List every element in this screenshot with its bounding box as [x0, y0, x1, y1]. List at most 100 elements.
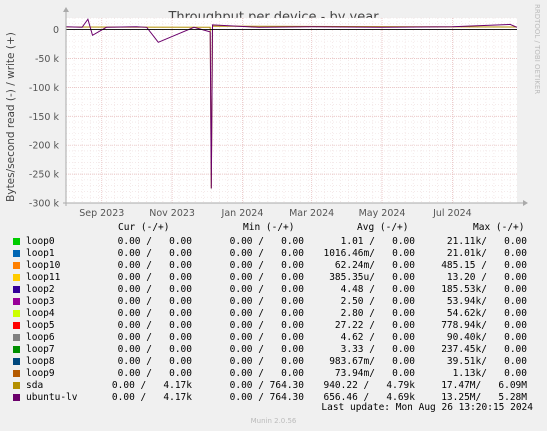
legend-value-max: 237.45k/ 0.00	[441, 344, 527, 355]
legend-label: loop11	[26, 272, 61, 283]
legend-value-max: 17.47M/ 6.09M	[441, 380, 527, 391]
legend-value-avg: 27.22 / 0.00	[334, 320, 415, 331]
legend-swatch-loop1	[13, 250, 20, 257]
legend-value-min: 0.00 / 0.00	[229, 332, 304, 343]
x-tick-label: Jan 2024	[221, 208, 264, 219]
legend-header-max: Max (-/+)	[473, 222, 525, 233]
legend-swatch-loop3	[13, 298, 20, 305]
legend-swatch-loop4	[13, 310, 20, 317]
legend-value-avg: 4.62 / 0.00	[340, 332, 415, 343]
legend-value-avg: 1016.46m/ 0.00	[323, 248, 415, 259]
legend-value-max: 54.62k/ 0.00	[446, 308, 527, 319]
legend-value-min: 0.00 / 764.30	[229, 380, 304, 391]
legend-header-min: Min (-/+)	[243, 222, 295, 233]
legend-value-cur: 0.00 / 0.00	[117, 332, 192, 343]
legend-label: loop0	[26, 236, 55, 247]
legend-swatch-loop0	[13, 238, 20, 245]
legend-label: loop8	[26, 356, 55, 367]
legend-label: loop7	[26, 344, 55, 355]
legend-label: loop1	[26, 248, 55, 259]
legend-label: loop3	[26, 296, 55, 307]
legend-value-max: 21.11k/ 0.00	[446, 236, 527, 247]
y-tick-label: 0	[53, 25, 59, 36]
legend-value-max: 485.15 / 0.00	[441, 260, 527, 271]
last-update: Last update: Mon Aug 26 13:20:15 2024	[321, 402, 533, 413]
legend-value-cur: 0.00 / 0.00	[117, 272, 192, 283]
y-tick-label: -300 k	[29, 199, 60, 210]
legend-value-avg: 4.48 / 0.00	[340, 284, 415, 295]
legend-header-avg: Avg (-/+)	[357, 222, 409, 233]
legend-value-cur: 0.00 / 4.17k	[111, 380, 192, 391]
x-axis-arrow	[523, 200, 528, 206]
y-tick-label: -200 k	[29, 141, 60, 152]
legend-label: sda	[26, 380, 44, 391]
x-tick-label: Nov 2023	[149, 208, 195, 219]
legend-value-min: 0.00 / 0.00	[229, 356, 304, 367]
legend-swatch-sda	[13, 382, 20, 389]
x-tick-label: Jul 2024	[432, 208, 472, 219]
legend-value-cur: 0.00 / 0.00	[117, 236, 192, 247]
legend-value-max: 90.40k/ 0.00	[446, 332, 527, 343]
legend-value-max: 13.20 / 0.00	[446, 272, 527, 283]
legend-value-min: 0.00 / 0.00	[229, 344, 304, 355]
legend-value-min: 0.00 / 0.00	[229, 248, 304, 259]
legend-value-min: 0.00 / 0.00	[229, 272, 304, 283]
legend-value-min: 0.00 / 764.30	[229, 392, 304, 403]
y-tick-label: -150 k	[29, 112, 60, 123]
legend-value-min: 0.00 / 0.00	[229, 260, 304, 271]
legend-value-avg: 3.33 / 0.00	[340, 344, 415, 355]
legend-value-avg: 983.67m/ 0.00	[329, 356, 415, 367]
legend-value-avg: 2.50 / 0.00	[340, 296, 415, 307]
legend-label: loop4	[26, 308, 55, 319]
legend-swatch-loop2	[13, 286, 20, 293]
legend-label: loop9	[26, 368, 55, 379]
legend-swatch-loop10	[13, 262, 20, 269]
legend-value-min: 0.00 / 0.00	[229, 284, 304, 295]
legend-value-avg: 385.35u/ 0.00	[329, 272, 415, 283]
x-tick-label: May 2024	[359, 208, 406, 219]
legend-label: loop6	[26, 332, 55, 343]
legend-value-avg: 2.80 / 0.00	[340, 308, 415, 319]
legend-value-min: 0.00 / 0.00	[229, 320, 304, 331]
legend-value-avg: 73.94m/ 0.00	[334, 368, 415, 379]
legend-swatch-loop8	[13, 358, 20, 365]
legend-value-cur: 0.00 / 0.00	[117, 248, 192, 259]
legend-header-cur: Cur (-/+)	[118, 222, 170, 233]
legend-swatch-loop9	[13, 370, 20, 377]
legend-value-cur: 0.00 / 0.00	[117, 260, 192, 271]
y-tick-label: -250 k	[29, 170, 60, 181]
legend-label: loop2	[26, 284, 55, 295]
legend-label: loop10	[26, 260, 61, 271]
y-tick-label: -50 k	[35, 54, 60, 65]
y-axis-arrow	[63, 7, 69, 12]
legend-value-avg: 940.22 / 4.79k	[323, 380, 415, 391]
x-tick-label: Sep 2023	[79, 208, 124, 219]
legend-value-min: 0.00 / 0.00	[229, 236, 304, 247]
legend-swatch-ubuntu-lv	[13, 394, 20, 401]
legend-value-avg: 62.24m/ 0.00	[334, 260, 415, 271]
y-tick-label: -100 k	[29, 83, 60, 94]
legend-value-min: 0.00 / 0.00	[229, 296, 304, 307]
throughput-chart: 0 -50 k -100 k -150 k -200 k -250 k -300 k Sep …	[29, 7, 528, 219]
x-tick-label: Mar 2024	[289, 208, 334, 219]
legend-value-cur: 0.00 / 0.00	[117, 308, 192, 319]
legend-value-max: 21.01k/ 0.00	[446, 248, 527, 259]
legend-value-max: 1.13k/ 0.00	[452, 368, 527, 379]
legend-value-cur: 0.00 / 4.17k	[111, 392, 192, 403]
legend-value-cur: 0.00 / 0.00	[117, 320, 192, 331]
legend-value-cur: 0.00 / 0.00	[117, 296, 192, 307]
legend-value-cur: 0.00 / 0.00	[117, 284, 192, 295]
legend-value-min: 0.00 / 0.00	[229, 308, 304, 319]
legend-value-max: 778.94k/ 0.00	[441, 320, 527, 331]
legend-value-cur: 0.00 / 0.00	[117, 368, 192, 379]
legend-swatch-loop6	[13, 334, 20, 341]
legend-value-max: 39.51k/ 0.00	[446, 356, 527, 367]
legend-value-cur: 0.00 / 0.00	[117, 344, 192, 355]
legend-value-max: 185.53k/ 0.00	[441, 284, 527, 295]
legend-label: loop5	[26, 320, 55, 331]
legend-label: ubuntu-lv	[26, 392, 78, 403]
munin-version: Munin 2.0.56	[250, 417, 297, 425]
legend-swatch-loop5	[13, 322, 20, 329]
legend-value-max: 53.94k/ 0.00	[446, 296, 527, 307]
legend-swatch-loop7	[13, 346, 20, 353]
